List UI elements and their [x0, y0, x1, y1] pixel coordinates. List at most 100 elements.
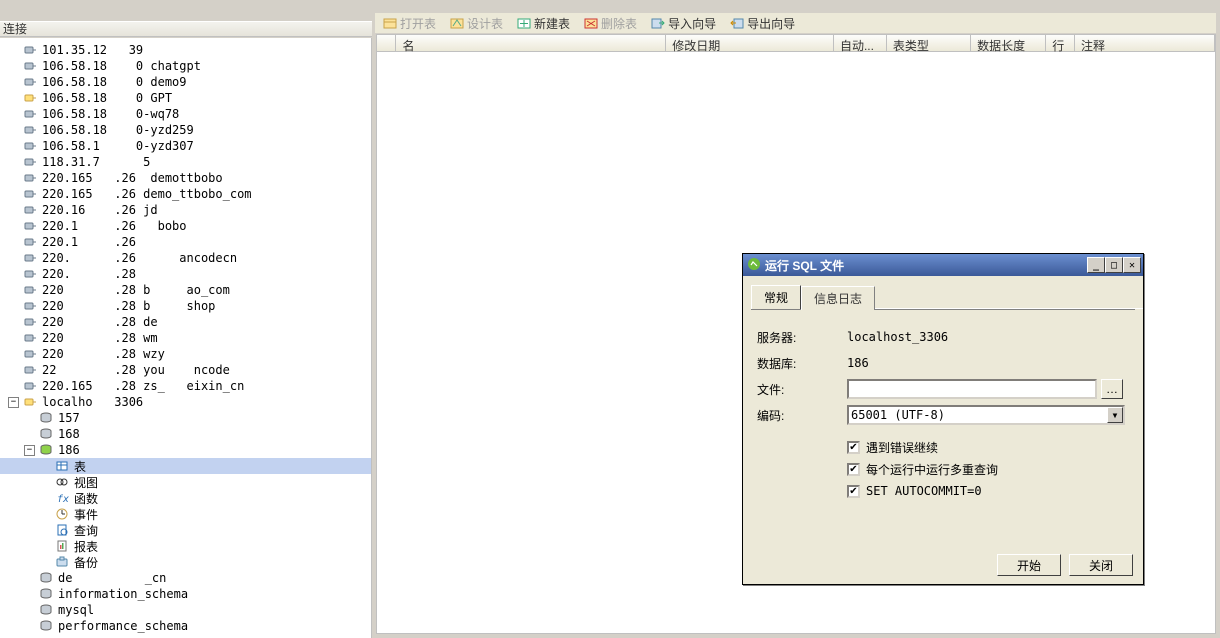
connection-item[interactable]: 220 .28 de — [0, 314, 371, 330]
connection-item[interactable]: −localho 3306 — [0, 394, 371, 410]
connection-item[interactable]: 106.58.18 0 chatgpt — [0, 58, 371, 74]
connection-item[interactable]: 220 .28 b shop — [0, 298, 371, 314]
database-icon — [38, 443, 54, 457]
column-header[interactable]: 修改日期 — [666, 35, 834, 51]
toolbar-delete: 删除表 — [580, 13, 641, 34]
encoding-combo[interactable]: 65001 (UTF-8) ▾ — [847, 405, 1125, 425]
content-toolbar: 打开表设计表新建表删除表导入向导导出向导 — [375, 13, 1216, 33]
plug-icon — [22, 155, 38, 169]
db-section-report[interactable]: 报表 — [0, 538, 371, 554]
database-item[interactable]: 168 — [0, 426, 371, 442]
database-item[interactable]: performance_schema — [0, 618, 371, 634]
connection-item[interactable]: 220.16 .26 jd — [0, 202, 371, 218]
connection-item[interactable]: 220.1 .26 bobo — [0, 218, 371, 234]
database-item[interactable]: information_schema — [0, 586, 371, 602]
connection-item[interactable]: 106.58.18 0 GPT — [0, 90, 371, 106]
fx-icon: fx — [54, 491, 70, 505]
dialog-title-text: 运行 SQL 文件 — [765, 257, 844, 274]
connection-item[interactable]: 220 .28 b ao_com — [0, 282, 371, 298]
plug-icon — [22, 315, 38, 329]
toolbar-export[interactable]: 导出向导 — [726, 13, 799, 34]
connection-item[interactable]: 220. .28 — [0, 266, 371, 282]
plug-icon — [22, 299, 38, 313]
database-value: 186 — [847, 356, 1129, 370]
plug-icon — [22, 43, 38, 57]
connection-item[interactable]: 220. .26 ancodecn — [0, 250, 371, 266]
view-icon — [54, 475, 70, 489]
db-section-view[interactable]: 视图 — [0, 474, 371, 490]
file-input[interactable] — [847, 379, 1097, 399]
start-button[interactable]: 开始 — [997, 554, 1061, 576]
database-icon — [38, 587, 54, 601]
backup-icon — [54, 555, 70, 569]
close-window-button[interactable]: ✕ — [1123, 257, 1141, 273]
plug-icon — [22, 75, 38, 89]
db-section-fx[interactable]: fx函数 — [0, 490, 371, 506]
connection-item[interactable]: 220.1 .26 — [0, 234, 371, 250]
connection-item[interactable]: 118.31.7 5 — [0, 154, 371, 170]
maximize-button[interactable]: □ — [1105, 257, 1123, 273]
chk-continue-on-error[interactable]: ✔ — [847, 441, 860, 454]
plug-icon — [22, 107, 38, 121]
chk-multiquery[interactable]: ✔ — [847, 463, 860, 476]
connection-item[interactable]: 220.165 .26 demottbobo — [0, 170, 371, 186]
plug-icon — [22, 139, 38, 153]
column-header[interactable] — [377, 35, 396, 51]
db-section-table[interactable]: 表 — [0, 458, 371, 474]
column-header[interactable]: 自动... — [834, 35, 887, 51]
connection-item[interactable]: 220 .28 wm — [0, 330, 371, 346]
toolbar-new[interactable]: 新建表 — [513, 13, 574, 34]
svg-text:fx: fx — [57, 494, 69, 505]
connection-item[interactable]: 22 .28 you ncode — [0, 362, 371, 378]
chk-multiquery-label: 每个运行中运行多重查询 — [866, 461, 998, 478]
column-header[interactable]: 表类型 — [887, 35, 971, 51]
connection-item[interactable]: 220.165 .26 demo_ttbobo_com — [0, 186, 371, 202]
connection-item[interactable]: 101.35.12 39 — [0, 42, 371, 58]
tab-general[interactable]: 常规 — [751, 285, 801, 309]
dialog-icon — [747, 257, 761, 274]
database-label: 数据库: — [757, 355, 847, 372]
database-item[interactable]: 157 — [0, 410, 371, 426]
close-button[interactable]: 关闭 — [1069, 554, 1133, 576]
plug-icon — [22, 235, 38, 249]
query-icon — [54, 523, 70, 537]
database-icon — [38, 603, 54, 617]
database-item[interactable]: de _cn — [0, 570, 371, 586]
connection-item[interactable]: 106.58.1 0-yzd307 — [0, 138, 371, 154]
event-icon — [54, 507, 70, 521]
connection-item[interactable]: 220 .28 wzy — [0, 346, 371, 362]
plug-icon — [22, 379, 38, 393]
chk-autocommit[interactable]: ✔ — [847, 485, 860, 498]
server-label: 服务器: — [757, 329, 847, 346]
database-icon — [38, 411, 54, 425]
column-header[interactable]: 注释 — [1075, 35, 1215, 51]
minimize-button[interactable]: _ — [1087, 257, 1105, 273]
connection-item[interactable]: 106.58.18 0 demo9 — [0, 74, 371, 90]
db-section-event[interactable]: 事件 — [0, 506, 371, 522]
plug-icon — [22, 283, 38, 297]
connection-item[interactable]: 106.58.18 0-wq78 — [0, 106, 371, 122]
connection-item[interactable]: 220.165 .28 zs_ eixin_cn — [0, 378, 371, 394]
tab-log[interactable]: 信息日志 — [801, 286, 875, 310]
plug-icon — [22, 59, 38, 73]
plug-icon — [22, 347, 38, 361]
chk-continue-label: 遇到错误继续 — [866, 439, 938, 456]
plug-icon — [22, 331, 38, 345]
database-icon — [38, 619, 54, 633]
database-item[interactable]: mysql — [0, 602, 371, 618]
toolbar-import[interactable]: 导入向导 — [647, 13, 720, 34]
plug-icon — [22, 203, 38, 217]
dialog-titlebar[interactable]: 运行 SQL 文件 _ □ ✕ — [743, 254, 1143, 276]
connection-item[interactable]: 106.58.18 0-yzd259 — [0, 122, 371, 138]
db-section-query[interactable]: 查询 — [0, 522, 371, 538]
toolbar-design: 设计表 — [446, 13, 507, 34]
database-item[interactable]: −186 — [0, 442, 371, 458]
connection-tree[interactable]: 101.35.12 39106.58.18 0 chatgpt106.58.18… — [0, 38, 372, 638]
column-header[interactable]: 行 — [1046, 35, 1075, 51]
db-section-backup[interactable]: 备份 — [0, 554, 371, 570]
run-sql-file-dialog: 运行 SQL 文件 _ □ ✕ 常规 信息日志 服务器: localhost_3… — [742, 253, 1144, 585]
column-header[interactable]: 名 — [396, 35, 666, 51]
column-header[interactable]: 数据长度 — [971, 35, 1046, 51]
report-icon — [54, 539, 70, 553]
browse-button[interactable]: … — [1101, 379, 1123, 399]
